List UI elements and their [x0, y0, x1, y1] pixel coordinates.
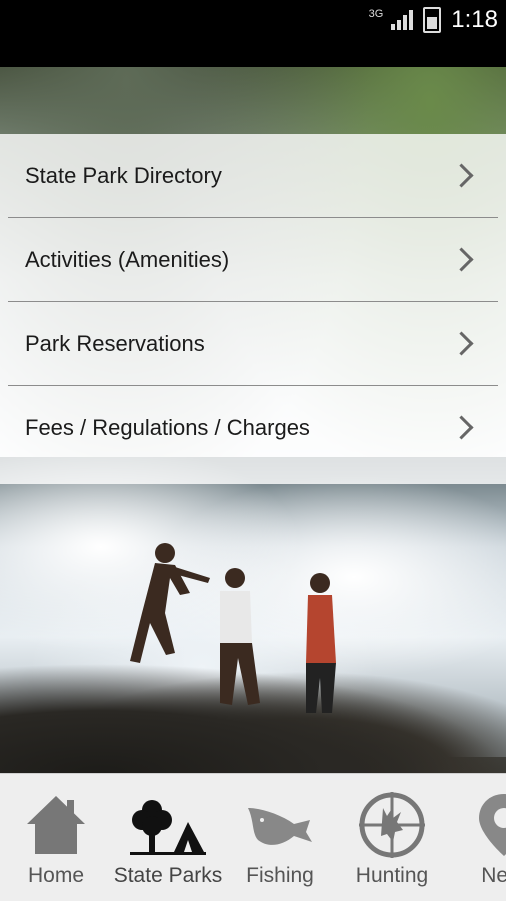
chevron-right-icon	[449, 162, 474, 188]
battery-icon	[423, 7, 442, 33]
main-menu: State Park Directory Activities (Ameniti…	[0, 134, 506, 484]
menu-item-activities[interactable]: Activities (Amenities)	[0, 218, 506, 301]
tree-tent-icon	[130, 800, 206, 855]
chevron-right-icon	[449, 246, 474, 272]
signal-icon	[391, 10, 414, 30]
chevron-right-icon	[449, 414, 474, 440]
menu-item-label: Activities (Amenities)	[25, 246, 230, 272]
tab-near[interactable]: Near	[448, 774, 506, 901]
tab-label: Near	[481, 864, 506, 887]
menu-item-state-park-directory[interactable]: State Park Directory	[0, 134, 506, 217]
crosshair-deer-icon	[359, 792, 425, 858]
house-icon	[27, 796, 85, 854]
status-icons: 3G 1:18	[369, 6, 498, 34]
status-bar: 3G 1:18	[0, 0, 506, 40]
chevron-right-icon	[449, 330, 474, 356]
menu-item-label: Park Reservations	[25, 330, 205, 356]
menu-item-label: Fees / Regulations / Charges	[25, 414, 310, 440]
bottom-tab-bar: Home State Parks Fishing Hunting Ne	[0, 773, 506, 901]
menu-item-label: State Park Directory	[25, 162, 222, 188]
hikers-silhouette	[130, 543, 336, 713]
network-type: 3G	[368, 8, 384, 20]
clock: 1:18	[451, 6, 498, 33]
menu-item-fees-regulations[interactable]: Fees / Regulations / Charges	[0, 386, 506, 469]
fish-icon	[248, 808, 312, 845]
menu-item-park-reservations[interactable]: Park Reservations	[0, 302, 506, 385]
location-pin-icon	[479, 794, 506, 856]
